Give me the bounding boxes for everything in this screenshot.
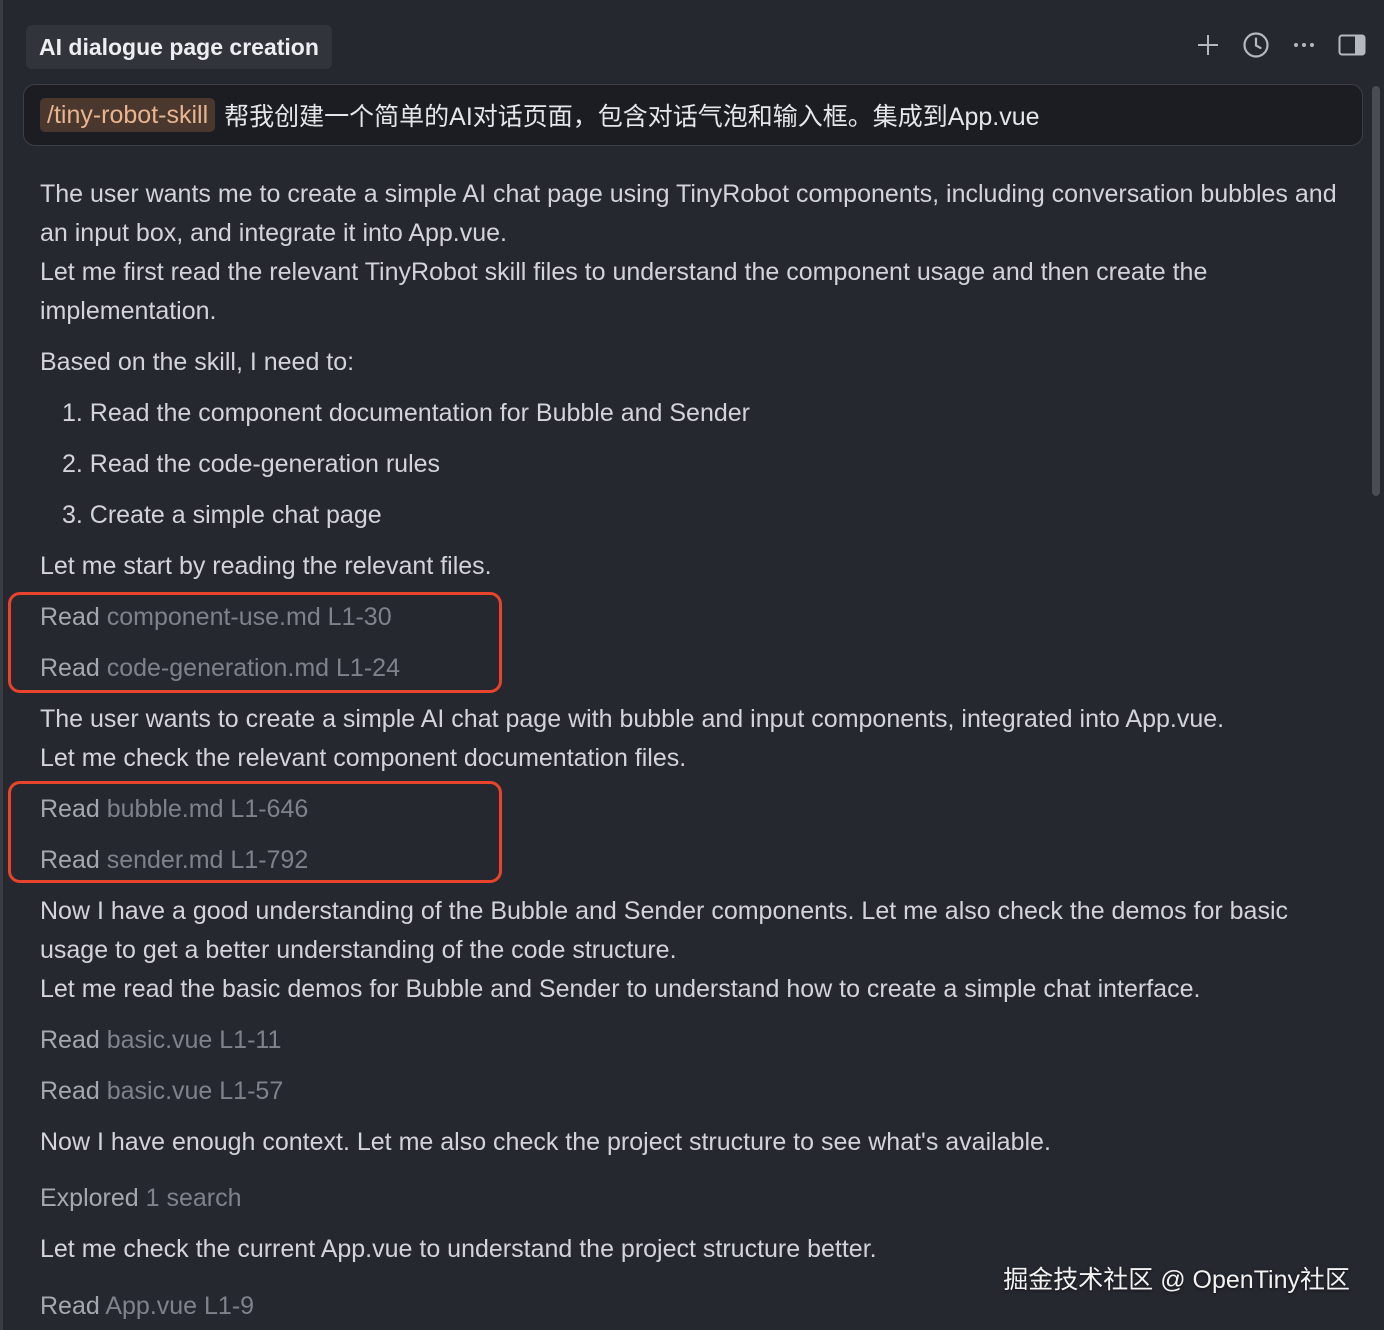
header-toolbar [1194,30,1366,60]
list-item: 1. Read the component documentation for … [62,399,750,427]
message-text: Based on the skill, I need to: [40,348,355,376]
tool-call-read[interactable]: Read App.vue L1-9 [40,1287,254,1326]
plus-icon [1198,35,1218,55]
tool-target: basic.vue L1-11 [106,1026,282,1054]
annotation-highlight-box [8,592,502,693]
prompt-text: 帮我创建一个简单的AI对话页面，包含对话气泡和输入框。集成到App.vue [224,103,1040,131]
tool-call-read[interactable]: Read basic.vue L1-57 [40,1072,283,1111]
scrollbar-thumb[interactable] [1372,86,1380,496]
skill-tag[interactable]: /tiny-robot-skill [40,98,216,132]
clock-icon [1243,32,1269,58]
message-text: Now I have enough context. Let me also c… [40,1128,1051,1156]
tool-call-explored[interactable]: Explored 1 search [40,1179,242,1218]
annotation-highlight-box [8,781,502,883]
history-button[interactable] [1242,30,1270,60]
list-item: 2. Read the code-generation rules [62,450,441,478]
tool-target: App.vue L1-9 [105,1292,255,1320]
message-text: The user wants to create a simple AI cha… [40,705,1225,733]
new-chat-button[interactable] [1194,30,1222,60]
message-text: Let me check the relevant component docu… [40,744,687,772]
ellipsis-icon [1294,43,1314,47]
message-text: The user wants me to create a simple AI … [40,180,1337,247]
message-text: Let me read the basic demos for Bubble a… [40,975,1201,1003]
user-prompt-box[interactable]: /tiny-robot-skill 帮我创建一个简单的AI对话页面，包含对话气泡… [23,84,1363,146]
more-button[interactable] [1290,30,1318,60]
tool-target: basic.vue L1-57 [106,1077,284,1105]
watermark: 掘金技术社区 @ OpenTiny社区 [1003,1266,1350,1294]
tool-verb: Read [40,1292,100,1320]
list-item: 3. Create a simple chat page [62,501,382,529]
tool-verb: Explored [40,1184,139,1212]
message-text: Let me start by reading the relevant fil… [40,552,492,580]
toggle-panel-button[interactable] [1338,30,1366,60]
panel-left-border [0,0,3,1330]
panel-right-icon [1338,34,1366,56]
conversation-title-tab[interactable]: AI dialogue page creation [26,25,332,69]
message-text: Let me first read the relevant TinyRobot… [40,258,1208,325]
tool-verb: Read [40,1077,100,1105]
tool-call-read[interactable]: Read basic.vue L1-11 [40,1021,281,1060]
tool-target: 1 search [145,1184,242,1212]
tool-verb: Read [40,1026,100,1054]
message-text: Now I have a good understanding of the B… [40,897,1289,964]
